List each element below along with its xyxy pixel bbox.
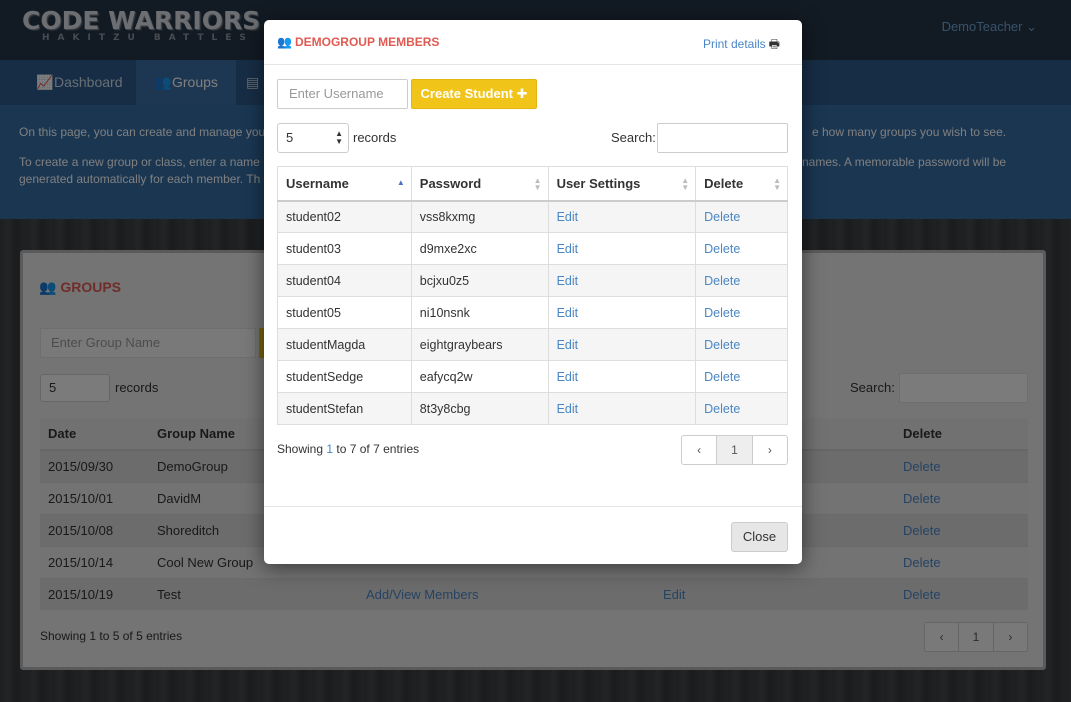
member-edit-link[interactable]: Edit	[547, 232, 697, 265]
table-row: student02 vss8kxmg Edit Delete	[277, 200, 788, 233]
table-row: student05 ni10nsnk Edit Delete	[277, 296, 788, 329]
member-delete-link[interactable]: Delete	[695, 328, 788, 361]
member-username: studentStefan	[277, 392, 412, 425]
info-prefix: Showing	[277, 442, 327, 456]
col-delete-label: Delete	[704, 175, 744, 191]
table-row: student03 d9mxe2xc Edit Delete	[277, 232, 788, 265]
username-input[interactable]: Enter Username	[277, 79, 408, 109]
member-delete-link[interactable]: Delete	[695, 360, 788, 393]
member-username: studentMagda	[277, 328, 412, 361]
member-username: student04	[277, 264, 412, 297]
create-student-button[interactable]: Create Student ✚	[411, 79, 537, 109]
col-user-settings-label: User Settings	[556, 175, 641, 191]
member-password: vss8kxmg	[410, 200, 549, 233]
sort-icon: ▲ ▼	[681, 176, 690, 192]
member-password: ni10nsnk	[410, 296, 549, 329]
member-username: student02	[277, 200, 412, 233]
col-user-settings[interactable]: User Settings ▲ ▼	[547, 166, 697, 202]
table-row: student04 bcjxu0z5 Edit Delete	[277, 264, 788, 297]
search-input[interactable]	[657, 123, 788, 153]
member-username: studentSedge	[277, 360, 412, 393]
modal-title: 👥 DEMOGROUP MEMBERS	[277, 35, 439, 49]
members-table: Username ▲ Password ▲ ▼ User Settings ▲ ▼ Del…	[277, 166, 788, 425]
col-username-label: Username	[286, 175, 349, 191]
modal-title-text: DEMOGROUP MEMBERS	[294, 35, 440, 49]
members-info: Showing 1 to 7 of 7 entries	[277, 442, 419, 456]
member-password: eafycq2w	[410, 360, 549, 393]
col-username[interactable]: Username ▲	[277, 166, 412, 202]
page-1-button[interactable]: 1	[717, 436, 753, 464]
sort-icon: ▲ ▼	[533, 176, 542, 192]
member-delete-link[interactable]: Delete	[695, 200, 788, 233]
member-password: bcjxu0z5	[410, 264, 549, 297]
table-row: studentSedge eafycq2w Edit Delete	[277, 360, 788, 393]
modal-footer: Close	[264, 506, 802, 564]
col-password[interactable]: Password ▲ ▼	[410, 166, 549, 202]
member-delete-link[interactable]: Delete	[695, 296, 788, 329]
modal-header: 👥 DEMOGROUP MEMBERS Print details 🖶	[264, 20, 802, 65]
member-delete-link[interactable]: Delete	[695, 264, 788, 297]
prev-page-button[interactable]: ‹	[682, 436, 718, 464]
member-username: student03	[277, 232, 412, 265]
info-suffix: to 7 of 7 entries	[333, 442, 420, 456]
member-edit-link[interactable]: Edit	[547, 264, 697, 297]
member-password: d9mxe2xc	[410, 232, 549, 265]
member-edit-link[interactable]: Edit	[547, 392, 697, 425]
print-icon: 🖶	[768, 37, 780, 51]
print-details-label: Print details	[702, 37, 766, 51]
member-username: student05	[277, 296, 412, 329]
select-arrows-icon: ▲ ▼	[335, 129, 343, 146]
search-label: Search:	[611, 130, 656, 145]
users-icon: 👥	[277, 35, 292, 49]
records-select[interactable]: 5 ▲ ▼	[277, 123, 349, 153]
members-pagination: ‹ 1 ›	[681, 435, 788, 465]
sort-icon: ▲ ▼	[773, 176, 781, 192]
member-delete-link[interactable]: Delete	[695, 392, 788, 425]
table-row: studentStefan 8t3y8cbg Edit Delete	[277, 392, 788, 425]
records-select-value: 5	[286, 130, 294, 145]
member-edit-link[interactable]: Edit	[547, 328, 697, 361]
member-password: 8t3y8cbg	[410, 392, 549, 425]
col-delete[interactable]: Delete ▲ ▼	[695, 166, 788, 202]
table-row: studentMagda eightgraybears Edit Delete	[277, 328, 788, 361]
next-page-button[interactable]: ›	[753, 436, 787, 464]
close-button[interactable]: Close	[731, 522, 788, 552]
sort-asc-icon: ▲	[396, 178, 405, 187]
member-delete-link[interactable]: Delete	[695, 232, 788, 265]
member-edit-link[interactable]: Edit	[547, 296, 697, 329]
print-details-link[interactable]: Print details 🖶	[703, 35, 780, 56]
member-password: eightgraybears	[410, 328, 549, 361]
col-password-label: Password	[419, 175, 482, 191]
member-edit-link[interactable]: Edit	[547, 360, 697, 393]
member-edit-link[interactable]: Edit	[547, 200, 697, 233]
group-members-modal: 👥 DEMOGROUP MEMBERS Print details 🖶 Enter …	[264, 20, 802, 564]
records-label: records	[353, 130, 397, 145]
